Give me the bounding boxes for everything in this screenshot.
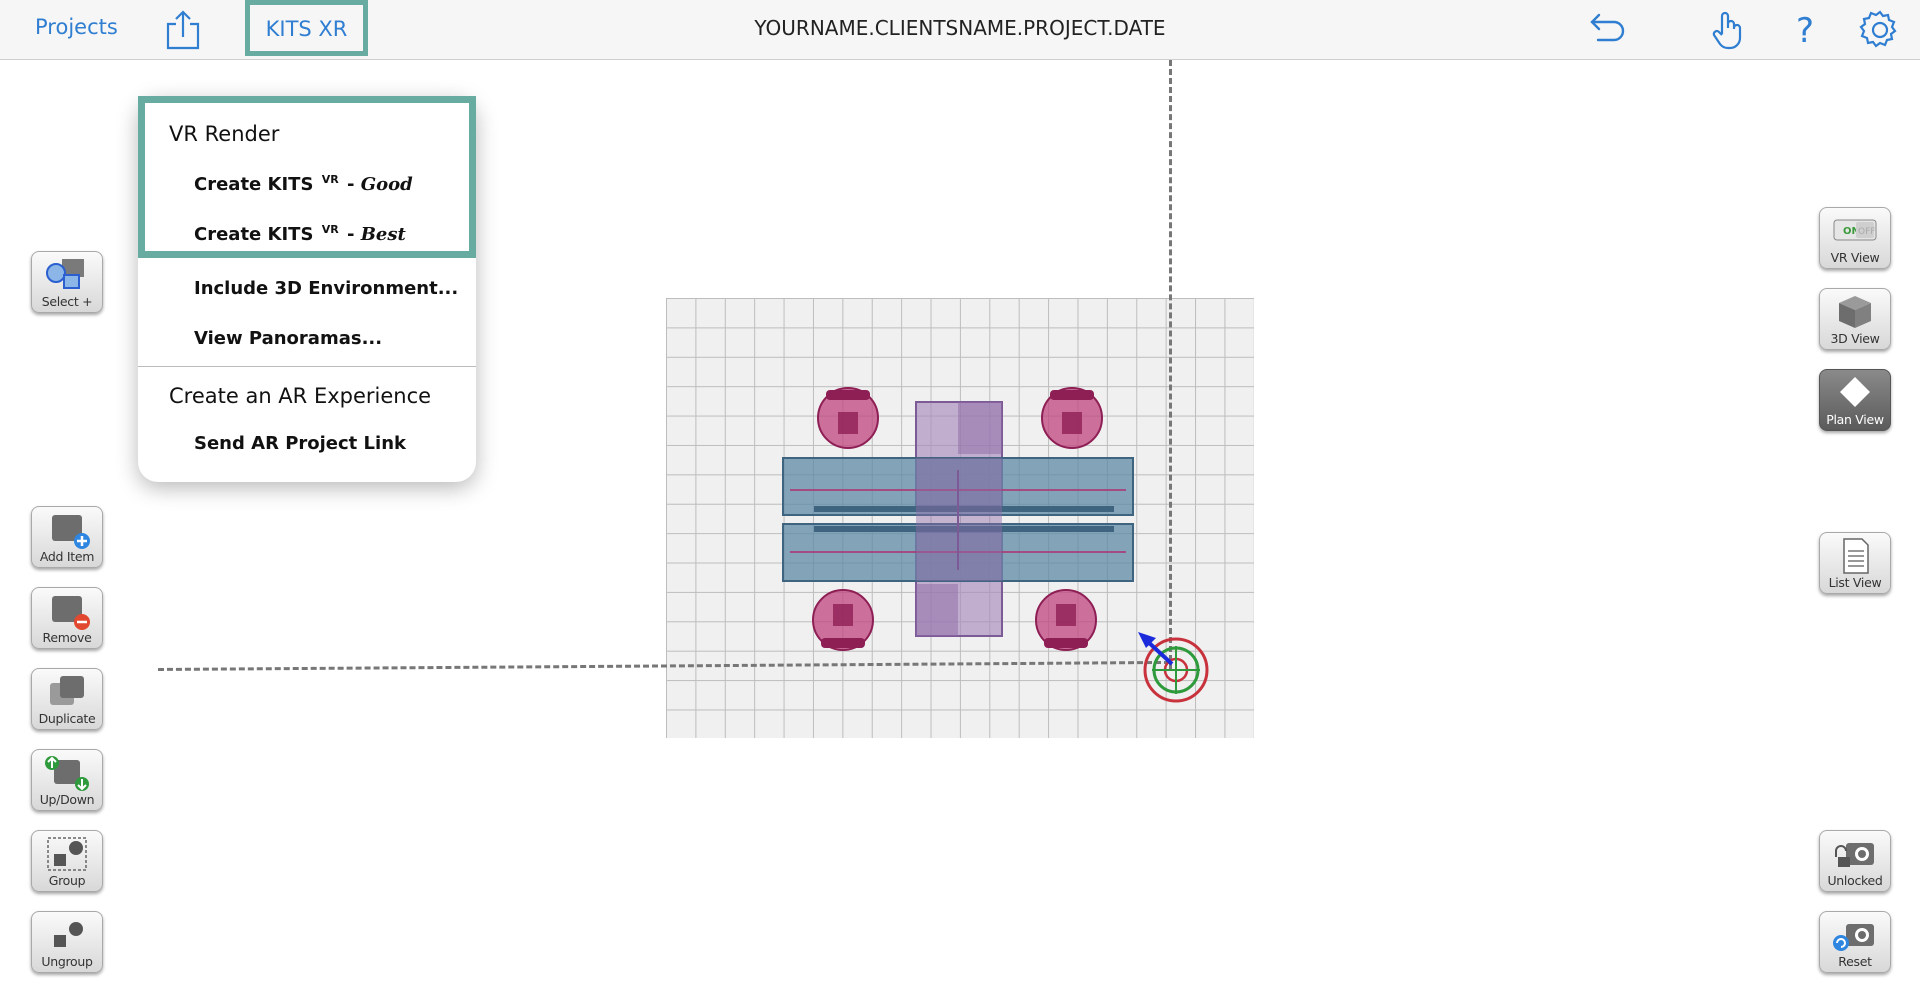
send-ar-project-link[interactable]: Send AR Project Link bbox=[194, 433, 406, 454]
document-list-icon bbox=[1832, 537, 1878, 575]
up-down-button[interactable]: Up/Down bbox=[31, 749, 103, 811]
plan-view-label: Plan View bbox=[1826, 412, 1884, 427]
ungroup-label: Ungroup bbox=[41, 954, 93, 969]
undo-icon[interactable] bbox=[1584, 8, 1628, 52]
camera-reset-icon bbox=[1832, 916, 1878, 954]
svg-text:OFF: OFF bbox=[1858, 227, 1875, 237]
vr-view-button[interactable]: ON OFF VR View bbox=[1819, 207, 1891, 269]
vr-view-label: VR View bbox=[1830, 250, 1880, 265]
group-icon bbox=[44, 835, 90, 873]
help-icon[interactable]: ? bbox=[1783, 8, 1827, 52]
ungroup-button[interactable]: Ungroup bbox=[31, 911, 103, 973]
project-title: YOURNAME.CLIENTSNAME.PROJECT.DATE bbox=[754, 16, 1166, 40]
vr-toggle-icon: ON OFF bbox=[1832, 212, 1878, 250]
svg-text:?: ? bbox=[1796, 11, 1814, 51]
plan-view-button[interactable]: Plan View bbox=[1819, 369, 1891, 431]
unlocked-button[interactable]: Unlocked bbox=[1819, 830, 1891, 892]
up-down-label: Up/Down bbox=[39, 792, 95, 807]
select-plus-button[interactable]: Select + bbox=[31, 251, 103, 313]
menu-divider bbox=[138, 366, 476, 367]
top-toolbar: Projects KITS XR YOURNAME.CLIENTSNAME.PR… bbox=[0, 0, 1920, 60]
settings-gear-icon[interactable] bbox=[1858, 8, 1902, 52]
unlocked-label: Unlocked bbox=[1827, 873, 1883, 888]
duplicate-label: Duplicate bbox=[38, 711, 96, 726]
select-plus-label: Select + bbox=[41, 294, 93, 309]
up-down-arrows-icon bbox=[44, 754, 90, 792]
add-item-icon bbox=[44, 511, 90, 549]
add-item-label: Add Item bbox=[39, 549, 95, 564]
remove-button[interactable]: Remove bbox=[31, 587, 103, 649]
camera-unlocked-icon bbox=[1832, 835, 1878, 873]
vertical-guide-line bbox=[1169, 60, 1172, 670]
reset-button[interactable]: Reset bbox=[1819, 911, 1891, 973]
hand-pointer-icon[interactable] bbox=[1706, 8, 1750, 52]
cube-icon bbox=[1832, 293, 1878, 331]
plan-diamond-icon bbox=[1832, 374, 1878, 412]
3d-view-button[interactable]: 3D View bbox=[1819, 288, 1891, 350]
include-3d-environment[interactable]: Include 3D Environment... bbox=[194, 278, 458, 299]
group-button[interactable]: Group bbox=[31, 830, 103, 892]
vr-render-highlight bbox=[138, 96, 476, 258]
3d-view-label: 3D View bbox=[1830, 331, 1880, 346]
view-panoramas[interactable]: View Panoramas... bbox=[194, 328, 382, 349]
group-label: Group bbox=[48, 873, 86, 888]
select-shapes-icon bbox=[44, 256, 90, 294]
ungroup-icon bbox=[44, 916, 90, 954]
remove-label: Remove bbox=[42, 630, 92, 645]
duplicate-icon bbox=[44, 673, 90, 711]
add-item-button[interactable]: Add Item bbox=[31, 506, 103, 568]
remove-icon bbox=[44, 592, 90, 630]
plan-grid[interactable] bbox=[666, 298, 1254, 738]
popover-arrow bbox=[292, 72, 328, 96]
list-view-button[interactable]: List View bbox=[1819, 532, 1891, 594]
list-view-label: List View bbox=[1828, 575, 1882, 590]
duplicate-button[interactable]: Duplicate bbox=[31, 668, 103, 730]
ar-experience-heading: Create an AR Experience bbox=[169, 384, 432, 408]
reset-label: Reset bbox=[1838, 954, 1872, 969]
